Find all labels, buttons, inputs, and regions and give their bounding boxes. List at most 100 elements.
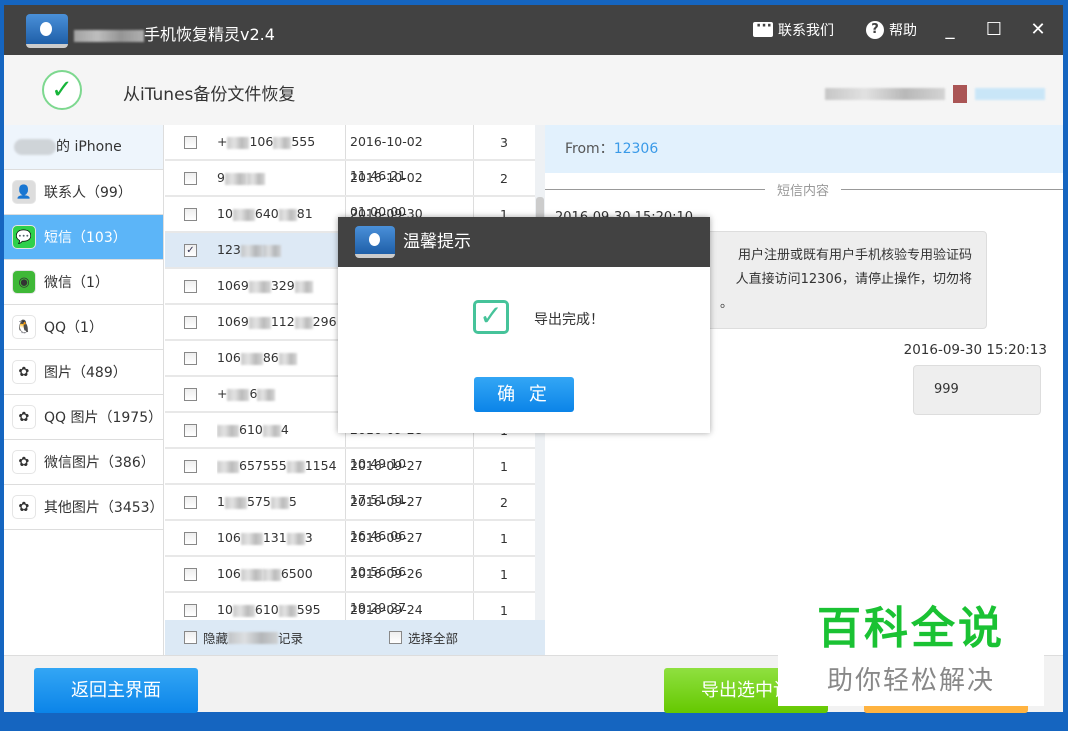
row-checkbox[interactable] — [184, 387, 197, 401]
table-row[interactable]: 657555 1154 2016-09-27 17:51:51 1 — [165, 449, 535, 507]
minimize-button[interactable]: _ — [939, 19, 961, 40]
row-checkbox[interactable] — [184, 351, 197, 365]
message-date: 2016-10-02 11:46:21 — [346, 125, 474, 183]
blurred-text — [278, 604, 297, 617]
sidebar-item[interactable]: ✿ 图片（489） — [4, 350, 163, 395]
dialog-title: 温馨提示 — [403, 232, 471, 252]
contact-label: 联系我们 — [778, 22, 834, 39]
blurred-text — [248, 316, 271, 329]
blurred-text — [273, 136, 292, 149]
watermark-subtitle: 助你轻松解决 — [826, 666, 995, 696]
number-part: 575 — [246, 494, 271, 509]
number-part: 106 — [217, 566, 241, 581]
message-count: 3 — [500, 134, 508, 150]
number-part: 131 — [262, 530, 287, 545]
sidebar-item[interactable]: ✿ 其他图片（3453） — [4, 485, 164, 530]
number-part: 1154 — [304, 458, 337, 473]
phone-number: 1 575 5 — [217, 485, 346, 519]
blurred-text — [286, 460, 305, 473]
blurred-text — [240, 532, 263, 545]
row-checkbox[interactable] — [184, 495, 197, 509]
table-row[interactable]: +106 555 2016-10-02 11:46:21 3 — [165, 125, 535, 183]
blurred-text — [14, 139, 56, 155]
row-checkbox[interactable] — [184, 603, 197, 617]
blurred-text — [262, 568, 281, 581]
row-checkbox[interactable] — [184, 135, 197, 149]
blurred-text — [240, 568, 263, 581]
sidebar-item[interactable]: 💬 短信（103） — [4, 215, 163, 260]
sidebar-item-label: QQ（1） — [44, 320, 103, 336]
number-part: 657555 — [239, 458, 287, 473]
section-divider: 短信内容 — [545, 180, 1063, 199]
contacts-icon: 👤 — [12, 180, 36, 204]
blurred-text — [227, 136, 250, 149]
blurred-text — [240, 244, 263, 257]
number-part: 123 — [217, 242, 241, 257]
header: ✓ 从iTunes备份文件恢复 — [4, 55, 1063, 125]
number-part: 10 — [217, 602, 233, 617]
blurred-text — [294, 316, 313, 329]
sidebar-item[interactable]: 👤 联系人（99） — [4, 170, 163, 215]
phone-number: 106 131 3 — [217, 521, 346, 555]
table-row[interactable]: 1 575 5 2016-09-27 16:46:06 2 — [165, 485, 535, 543]
table-row[interactable]: 9 2016-10-02 01:00:00 2 — [165, 161, 535, 219]
hide-checkbox[interactable] — [184, 631, 197, 644]
section-title: 短信内容 — [765, 180, 842, 199]
table-row[interactable]: 106 131 3 2016-09-27 10:56:56 1 — [165, 521, 535, 579]
number-part: 106 — [217, 350, 241, 365]
blurred-text — [262, 424, 281, 437]
blurred-text — [246, 172, 265, 185]
wechat-icon: ◉ — [12, 270, 36, 294]
close-button[interactable]: ✕ — [1027, 19, 1049, 40]
number-part: 4 — [280, 422, 289, 437]
back-to-main-button[interactable]: 返回主界面 — [34, 668, 198, 713]
phone-number: 610 4 — [217, 413, 346, 447]
app-title-text: 手机恢复精灵v2.4 — [144, 25, 275, 44]
blurred-text — [232, 208, 255, 221]
from-label: From： — [565, 141, 614, 157]
blurred-text — [227, 388, 250, 401]
select-all-checkbox[interactable] — [389, 631, 403, 644]
help-icon: ? — [866, 20, 884, 39]
phone-number: +6 — [217, 377, 346, 411]
sidebar-item-label: 图片（489） — [44, 365, 127, 381]
row-checkbox[interactable] — [184, 567, 197, 581]
number-part: 1069 — [217, 314, 249, 329]
number-part: 10 — [217, 206, 233, 221]
row-checkbox[interactable] — [184, 459, 197, 473]
blurred-text — [232, 604, 255, 617]
help-button[interactable]: ? 帮助 — [866, 20, 917, 40]
number-part: 1 — [217, 494, 225, 509]
row-checkbox[interactable] — [184, 207, 197, 221]
number-part: 3 — [304, 530, 313, 545]
from-value: 12306 — [613, 141, 659, 157]
sidebar-item[interactable]: ◉ 微信（1） — [4, 260, 163, 305]
number-part: 555 — [291, 134, 316, 149]
number-part: 640 — [254, 206, 279, 221]
sidebar-item[interactable]: ✿ 微信图片（386） — [4, 440, 163, 485]
row-checkbox[interactable] — [184, 531, 197, 545]
success-check-icon: ✓ — [473, 300, 509, 334]
table-row[interactable]: 106 6500 2016-09-26 19:29:27 1 — [165, 557, 535, 615]
hide-label-end: 记录 — [278, 631, 304, 646]
blurred-text — [74, 29, 144, 42]
maximize-button[interactable]: ☐ — [983, 19, 1005, 40]
page-title: 从iTunes备份文件恢复 — [123, 85, 296, 105]
contact-us-button[interactable]: 联系我们 — [753, 18, 834, 40]
phone-number: 657555 1154 — [217, 449, 346, 483]
row-checkbox[interactable] — [184, 171, 197, 185]
row-checkbox[interactable] — [184, 279, 197, 293]
confirm-button[interactable]: 确 定 — [474, 377, 574, 412]
phone-number: 1069 329 — [217, 269, 346, 303]
row-checkbox[interactable] — [184, 315, 197, 329]
row-checkbox[interactable]: ✓ — [184, 243, 197, 257]
number-part: 86 — [262, 350, 279, 365]
sidebar-item[interactable]: 🐧 QQ（1） — [4, 305, 163, 350]
row-checkbox[interactable] — [184, 423, 197, 437]
device-label: 的 iPhone — [56, 139, 122, 155]
sidebar-item[interactable]: ✿ QQ 图片（1975） — [4, 395, 163, 440]
app-logo-icon — [355, 226, 395, 258]
number-part: 1069 — [217, 278, 249, 293]
sidebar-item-label: 其他图片（3453） — [43, 500, 164, 516]
user-info[interactable] — [825, 85, 1045, 103]
